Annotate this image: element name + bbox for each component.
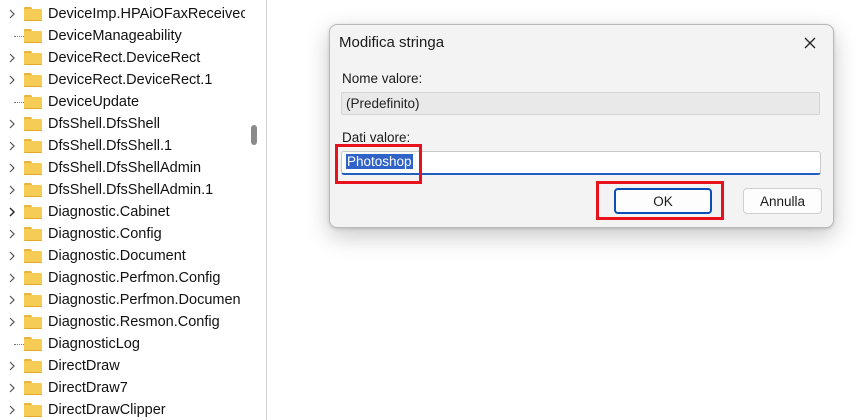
tree-item-label: DirectDraw: [48, 358, 120, 374]
folder-icon: [24, 359, 42, 373]
folder-icon: [24, 227, 42, 241]
folder-icon: [24, 161, 42, 175]
tree-item-label: DfsShell.DfsShell: [48, 116, 161, 132]
folder-icon: [24, 29, 42, 43]
tree-item[interactable]: DiagnosticLog: [0, 333, 245, 355]
folder-icon: [24, 403, 42, 417]
tree-connector: [6, 333, 28, 355]
tree-item[interactable]: DfsShell.DfsShell: [0, 113, 245, 135]
chevron-right-icon[interactable]: [6, 157, 18, 179]
tree-item[interactable]: DeviceRect.DeviceRect: [0, 47, 245, 69]
folder-icon: [24, 293, 42, 307]
tree-item-label: DirectDraw7: [48, 380, 128, 396]
chevron-right-icon[interactable]: [6, 135, 18, 157]
tree-item-label: Diagnostic.Config: [48, 226, 162, 242]
chevron-right-icon[interactable]: [6, 113, 18, 135]
chevron-right-icon[interactable]: [6, 223, 18, 245]
value-data-label: Dati valore:: [342, 130, 411, 145]
value-data-input[interactable]: Photoshop: [341, 151, 821, 175]
chevron-right-icon[interactable]: [6, 245, 18, 267]
tree-item-label: Diagnostic.Document: [48, 248, 186, 264]
value-name-label: Nome valore:: [342, 71, 423, 86]
tree-item-label: Diagnostic.Perfmon.Config: [48, 270, 221, 286]
tree-item[interactable]: DeviceImp.HPAiOFaxReceivec: [0, 3, 245, 25]
tree-item[interactable]: DirectDraw: [0, 355, 245, 377]
tree-item-label: DeviceUpdate: [48, 94, 140, 110]
tree-item-label: DeviceRect.DeviceRect: [48, 50, 201, 66]
tree-item-label: DeviceManageability: [48, 28, 182, 44]
folder-icon: [24, 381, 42, 395]
value-name-field: (Predefinito): [341, 92, 820, 115]
chevron-right-icon[interactable]: [6, 289, 18, 311]
folder-icon: [24, 315, 42, 329]
tree-item-label: DeviceRect.DeviceRect.1: [48, 72, 213, 88]
tree-item[interactable]: DeviceUpdate: [0, 91, 245, 113]
folder-icon: [24, 117, 42, 131]
tree-item[interactable]: DfsShell.DfsShell.1: [0, 135, 245, 157]
pane-splitter[interactable]: [266, 0, 267, 420]
tree-item[interactable]: DirectDraw7: [0, 377, 245, 399]
chevron-right-icon[interactable]: [6, 311, 18, 333]
chevron-right-icon[interactable]: [6, 179, 18, 201]
chevron-right-icon[interactable]: [6, 201, 18, 223]
ok-button-label: OK: [653, 193, 673, 209]
folder-icon: [24, 7, 42, 21]
folder-icon: [24, 73, 42, 87]
tree-item[interactable]: Diagnostic.Document: [0, 245, 245, 267]
tree-item[interactable]: DfsShell.DfsShellAdmin.1: [0, 179, 245, 201]
close-icon: [804, 37, 816, 49]
folder-icon: [24, 205, 42, 219]
tree-item-label: Diagnostic.Cabinet: [48, 204, 170, 220]
tree-item-label: DiagnosticLog: [48, 336, 140, 352]
tree-item[interactable]: Diagnostic.Cabinet: [0, 201, 245, 223]
tree-item-label: DfsShell.DfsShell.1: [48, 138, 173, 154]
tree-item-label: DeviceImp.HPAiOFaxReceivec: [48, 6, 245, 22]
chevron-right-icon[interactable]: [6, 47, 18, 69]
dialog-title: Modifica stringa: [339, 34, 445, 51]
tree-item-label: DfsShell.DfsShellAdmin.1: [48, 182, 214, 198]
tree-item-label: Diagnostic.Perfmon.Documen: [48, 292, 241, 308]
tree-connector: [6, 91, 28, 113]
tree-item[interactable]: DeviceManageability: [0, 25, 245, 47]
tree-item[interactable]: Diagnostic.Perfmon.Config: [0, 267, 245, 289]
folder-icon: [24, 249, 42, 263]
tree-item[interactable]: Diagnostic.Resmon.Config: [0, 311, 245, 333]
folder-icon: [24, 95, 42, 109]
tree-item[interactable]: DirectDrawClipper: [0, 399, 245, 420]
chevron-right-icon[interactable]: [6, 399, 18, 420]
tree-item[interactable]: DfsShell.DfsShellAdmin: [0, 157, 245, 179]
chevron-right-icon[interactable]: [6, 3, 18, 25]
registry-key-tree: DeviceImp.HPAiOFaxReceivec DeviceManagea…: [0, 0, 245, 420]
folder-icon: [24, 337, 42, 351]
folder-icon: [24, 183, 42, 197]
cancel-button-label: Annulla: [759, 193, 806, 209]
value-data-selected-text: Photoshop: [346, 154, 413, 169]
tree-item-label: DirectDrawClipper: [48, 402, 166, 418]
scrollbar-thumb[interactable]: [251, 125, 257, 145]
folder-icon: [24, 271, 42, 285]
chevron-right-icon[interactable]: [6, 377, 18, 399]
tree-connector: [6, 25, 28, 47]
chevron-right-icon[interactable]: [6, 355, 18, 377]
edit-string-dialog: Modifica stringa Nome valore: (Predefini…: [329, 24, 834, 228]
tree-item[interactable]: Diagnostic.Config: [0, 223, 245, 245]
chevron-right-icon[interactable]: [6, 267, 18, 289]
tree-item-label: DfsShell.DfsShellAdmin: [48, 160, 202, 176]
cancel-button[interactable]: Annulla: [743, 188, 822, 214]
chevron-right-icon[interactable]: [6, 69, 18, 91]
tree-item-label: Diagnostic.Resmon.Config: [48, 314, 220, 330]
folder-icon: [24, 51, 42, 65]
tree-item[interactable]: Diagnostic.Perfmon.Documen: [0, 289, 245, 311]
dialog-titlebar[interactable]: Modifica stringa: [330, 25, 833, 59]
ok-button[interactable]: OK: [614, 188, 712, 214]
value-name-text: (Predefinito): [346, 96, 420, 111]
tree-item[interactable]: DeviceRect.DeviceRect.1: [0, 69, 245, 91]
folder-icon: [24, 139, 42, 153]
close-button[interactable]: [793, 29, 827, 57]
